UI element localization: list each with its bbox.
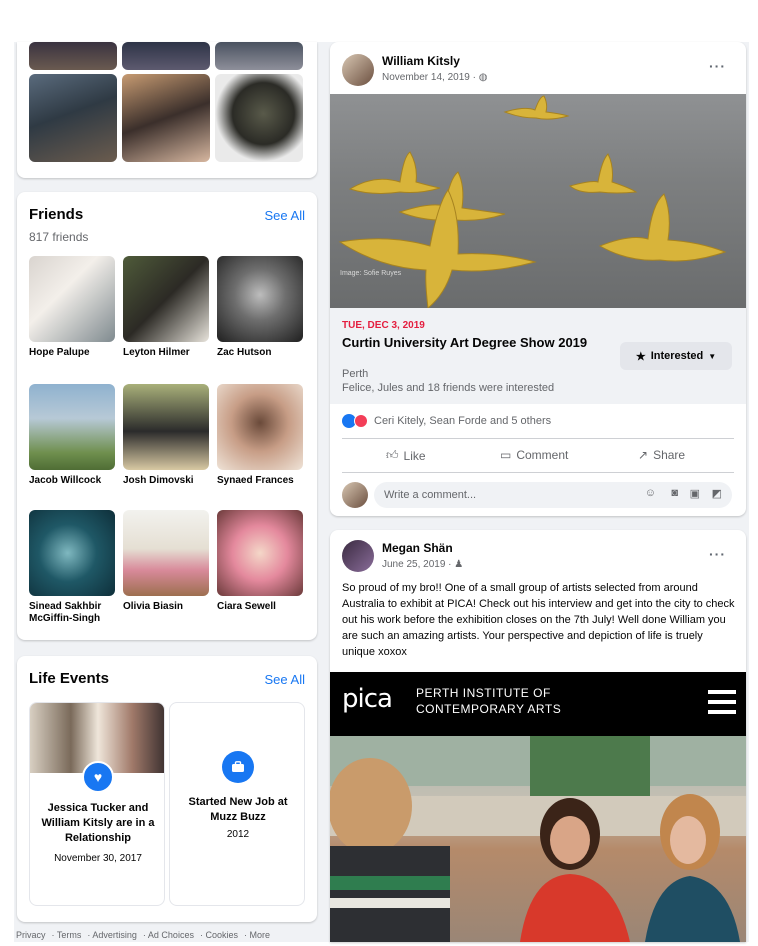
sticker-icon[interactable]: ◩: [712, 487, 722, 500]
post-date: June 25, 2019 · ♟: [382, 559, 464, 570]
photos-card: [17, 42, 317, 178]
life-events-card: Life Events See All ♥ Jessica Tucker and…: [17, 656, 317, 922]
life-event-date: 2012: [226, 829, 250, 840]
friend-photo[interactable]: [217, 384, 303, 470]
author-avatar[interactable]: [342, 540, 374, 572]
friend-name[interactable]: Hope Palupe: [29, 347, 119, 359]
comment-input[interactable]: Write a comment... ☺ ◙ ▣ ◩: [374, 482, 732, 508]
friend-photo[interactable]: [217, 256, 303, 342]
friend-name[interactable]: Jacob Willcock: [29, 475, 119, 487]
friend-name[interactable]: Leyton Hilmer: [123, 347, 213, 359]
hamburger-menu-icon[interactable]: [708, 690, 736, 714]
photo-thumb[interactable]: [122, 74, 210, 162]
life-event-item[interactable]: Started New Job at Muzz Buzz 2012: [169, 702, 305, 906]
friend-name[interactable]: Ciara Sewell: [217, 601, 307, 613]
friend-photo[interactable]: [29, 384, 115, 470]
photo-credit: Image: Sofie Ruyes: [340, 270, 402, 277]
life-event-item[interactable]: ♥ Jessica Tucker and William Kitsly are …: [29, 702, 165, 906]
briefcase-icon: [222, 751, 254, 783]
reactions-row[interactable]: Ceri Kitely, Sean Forde and 5 others: [342, 414, 551, 428]
friends-count: 817 friends: [29, 230, 89, 244]
interested-button[interactable]: ★ Interested ▼: [620, 342, 732, 370]
event-interested-text: Felice, Jules and 18 friends were intere…: [342, 382, 555, 394]
event-location: Perth: [342, 368, 369, 380]
pica-name-line1: PERTH INSTITUTE OF: [416, 686, 551, 700]
comment-label: Comment: [516, 448, 569, 462]
event-cover-image[interactable]: Image: Sofie Ruyes: [330, 94, 746, 308]
photo-thumb[interactable]: [215, 42, 303, 70]
photo-thumb[interactable]: [29, 74, 117, 162]
emoji-icon[interactable]: ☺: [645, 487, 656, 499]
footer-link[interactable]: Privacy: [16, 930, 46, 940]
camera-icon[interactable]: ◙: [671, 487, 678, 499]
life-event-date: November 30, 2017: [54, 853, 142, 864]
photo-thumb[interactable]: [215, 74, 303, 162]
like-button[interactable]: 👍︎ Like: [386, 448, 426, 463]
comment-button[interactable]: ▭ Comment: [500, 448, 568, 462]
friends-card: Friends See All 817 friends Hope Palupe …: [17, 192, 317, 640]
author-avatar[interactable]: [342, 54, 374, 86]
life-event-title: Jessica Tucker and William Kitsly are in…: [41, 802, 155, 844]
like-label: Like: [403, 448, 426, 463]
pica-banner[interactable]: pica PERTH INSTITUTE OF CONTEMPORARY ART…: [330, 672, 746, 736]
friends-see-all-link[interactable]: See All: [265, 208, 305, 223]
share-icon: ↗: [638, 448, 649, 462]
friend-name[interactable]: Sinead Sakhbir McGiffin-Singh: [29, 601, 119, 625]
divider: [342, 472, 734, 473]
more-options-icon[interactable]: ···: [709, 546, 726, 562]
chevron-down-icon: ▼: [708, 351, 717, 361]
friend-name[interactable]: Synaed Frances: [217, 475, 307, 487]
pica-name-line2: CONTEMPORARY ARTS: [416, 702, 562, 716]
link-preview-image[interactable]: [330, 736, 746, 942]
interested-label: Interested: [650, 350, 704, 362]
user-avatar[interactable]: [342, 482, 368, 508]
love-reaction-icon: [354, 414, 368, 428]
friends-title: Friends: [29, 206, 84, 223]
share-label: Share: [653, 448, 686, 462]
life-event-title: Started New Job at Muzz Buzz: [188, 796, 288, 823]
people-photo-illustration: [330, 736, 746, 942]
globe-icon: ◍: [478, 72, 488, 83]
gif-icon[interactable]: ▣: [690, 487, 700, 500]
more-options-icon[interactable]: ···: [709, 58, 726, 74]
post-date: November 14, 2019 · ◍: [382, 72, 488, 83]
star-icon: ★: [635, 350, 646, 363]
reactions-text: Ceri Kitely, Sean Forde and 5 others: [374, 415, 552, 427]
pica-logo: pica: [342, 684, 393, 714]
life-events-see-all-link[interactable]: See All: [265, 672, 305, 687]
photo-thumb[interactable]: [122, 42, 210, 70]
event-title[interactable]: Curtin University Art Degree Show 2019: [342, 335, 602, 351]
footer-link[interactable]: Ad Choices: [148, 930, 194, 940]
post-text: So proud of my bro!! One of a small grou…: [342, 582, 735, 658]
footer-link[interactable]: Advertising: [92, 930, 137, 940]
share-button[interactable]: ↗ Share: [638, 448, 685, 462]
post-author[interactable]: Megan Shän: [382, 541, 453, 555]
life-events-title: Life Events: [29, 670, 110, 687]
friends-icon: ♟: [454, 559, 464, 570]
footer-link[interactable]: Cookies: [205, 930, 238, 940]
event-info[interactable]: TUE, DEC 3, 2019 Curtin University Art D…: [330, 308, 746, 404]
footer-link[interactable]: Terms: [57, 930, 82, 940]
friend-name[interactable]: Zac Hutson: [217, 347, 307, 359]
divider: [342, 438, 734, 439]
friend-photo[interactable]: [29, 256, 115, 342]
friend-photo[interactable]: [29, 510, 115, 596]
footer-links: Privacy · Terms · Advertising · Ad Choices ·…: [16, 930, 270, 940]
thumbs-up-icon: 👍︎: [386, 448, 399, 462]
comment-icon: ▭: [500, 448, 512, 462]
friend-photo[interactable]: [123, 384, 209, 470]
friend-photo[interactable]: [123, 256, 209, 342]
heart-chat-icon: ♥: [82, 761, 114, 793]
post-author[interactable]: William Kitsly: [382, 54, 460, 68]
friend-photo[interactable]: [217, 510, 303, 596]
footer-link[interactable]: More: [249, 930, 270, 940]
post-card: William Kitsly November 14, 2019 · ◍ ···…: [330, 42, 746, 516]
friend-name[interactable]: Olivia Biasin: [123, 601, 213, 613]
photo-thumb[interactable]: [29, 42, 117, 70]
post-card: Megan Shän June 25, 2019 · ♟ ··· So prou…: [330, 530, 746, 942]
friend-photo[interactable]: [123, 510, 209, 596]
event-date: TUE, DEC 3, 2019: [342, 320, 425, 331]
friend-name[interactable]: Josh Dimovski: [123, 475, 213, 487]
comment-placeholder: Write a comment...: [384, 489, 477, 501]
